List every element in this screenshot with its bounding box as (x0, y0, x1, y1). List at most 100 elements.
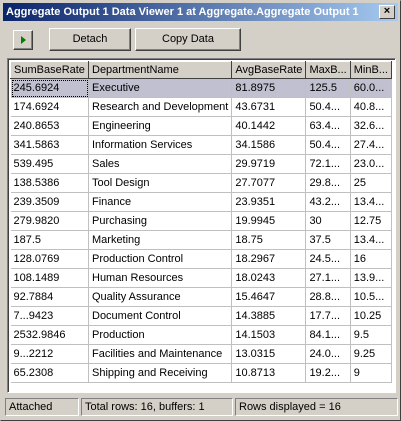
table-row[interactable]: 279.9820 Purchasing 19.9945 30 12.75 (10, 211, 392, 231)
cell-minbaserate[interactable]: 13.9... (350, 268, 392, 288)
table-row[interactable]: 245.6924 Executive 81.8975 125.5 60.0... (10, 78, 392, 98)
cell-avgbaserate[interactable]: 19.9945 (231, 211, 307, 231)
column-header-maxbaserate[interactable]: MaxB... (305, 61, 351, 79)
cell-minbaserate[interactable]: 40.8... (350, 97, 392, 117)
cell-avgbaserate[interactable]: 18.2967 (231, 249, 307, 269)
cell-avgbaserate[interactable]: 27.7077 (231, 173, 307, 193)
cell-sumbaserate[interactable]: 138.5386 (10, 173, 89, 193)
cell-maxbaserate[interactable]: 43.2... (305, 192, 351, 212)
table-row[interactable]: 9...2212 Facilities and Maintenance 13.031… (10, 344, 392, 364)
cell-maxbaserate[interactable]: 50.4... (305, 97, 351, 117)
cell-maxbaserate[interactable]: 19.2... (305, 363, 351, 383)
cell-maxbaserate[interactable]: 29.8... (305, 173, 351, 193)
table-row[interactable]: 138.5386 Tool Design 27.7077 29.8... 25 (10, 173, 392, 193)
cell-avgbaserate[interactable]: 18.0243 (231, 268, 307, 288)
cell-minbaserate[interactable]: 32.6... (350, 116, 392, 136)
column-header-departmentname[interactable]: DepartmentName (87, 61, 233, 79)
table-row[interactable]: 240.8653 Engineering 40.1442 63.4... 32.6... (10, 116, 392, 136)
column-header-sumbaserate[interactable]: SumBaseRate (10, 61, 89, 79)
column-header-avgbaserate[interactable]: AvgBaseRate (231, 61, 307, 79)
cell-maxbaserate[interactable]: 17.7... (305, 306, 351, 326)
cell-departmentname[interactable]: Quality Assurance (88, 287, 233, 307)
title-bar[interactable]: Aggregate Output 1 Data Viewer 1 at Aggr… (3, 3, 398, 21)
cell-avgbaserate[interactable]: 23.9351 (231, 192, 307, 212)
cell-maxbaserate[interactable]: 24.0... (305, 344, 351, 364)
cell-departmentname[interactable]: Shipping and Receiving (88, 363, 233, 383)
cell-minbaserate[interactable]: 10.5... (350, 287, 392, 307)
cell-departmentname[interactable]: Engineering (88, 116, 233, 136)
cell-departmentname[interactable]: Executive (88, 78, 233, 98)
cell-sumbaserate[interactable]: 108.1489 (10, 268, 89, 288)
cell-departmentname[interactable]: Document Control (88, 306, 233, 326)
cell-avgbaserate[interactable]: 29.9719 (231, 154, 307, 174)
cell-sumbaserate[interactable]: 240.8653 (10, 116, 89, 136)
table-row[interactable]: 108.1489 Human Resources 18.0243 27.1... 13.… (10, 268, 392, 288)
table-row[interactable]: 187.5 Marketing 18.75 37.5 13.4... (10, 230, 392, 250)
cell-maxbaserate[interactable]: 125.5 (305, 78, 351, 98)
cell-maxbaserate[interactable]: 28.8... (305, 287, 351, 307)
cell-minbaserate[interactable]: 9.25 (350, 344, 392, 364)
cell-sumbaserate[interactable]: 128.0769 (10, 249, 89, 269)
table-row[interactable]: 7...9423 Document Control 14.3885 17.7... 10… (10, 306, 392, 326)
cell-sumbaserate[interactable]: 9...2212 (10, 344, 89, 364)
cell-sumbaserate[interactable]: 341.5863 (10, 135, 89, 155)
cell-minbaserate[interactable]: 23.0... (350, 154, 392, 174)
start-button[interactable] (13, 30, 33, 50)
cell-maxbaserate[interactable]: 84.1... (305, 325, 351, 345)
cell-sumbaserate[interactable]: 187.5 (10, 230, 89, 250)
table-row[interactable]: 239.3509 Finance 23.9351 43.2... 13.4... (10, 192, 392, 212)
table-row[interactable]: 174.6924 Research and Development 43.6731 5… (10, 97, 392, 117)
column-header-minbaserate[interactable]: MinB... (349, 61, 392, 79)
cell-avgbaserate[interactable]: 81.8975 (231, 78, 307, 98)
close-button[interactable]: × (379, 5, 395, 19)
cell-departmentname[interactable]: Human Resources (88, 268, 233, 288)
cell-sumbaserate[interactable]: 92.7884 (10, 287, 89, 307)
detach-button[interactable]: Detach (49, 28, 131, 51)
table-row[interactable]: 128.0769 Production Control 18.2967 24.5...… (10, 249, 392, 269)
cell-departmentname[interactable]: Research and Development (88, 97, 233, 117)
cell-sumbaserate[interactable]: 239.3509 (10, 192, 89, 212)
cell-sumbaserate[interactable]: 2532.9846 (10, 325, 89, 345)
table-row[interactable]: 65.2308 Shipping and Receiving 10.8713 19.2… (10, 363, 392, 383)
cell-sumbaserate[interactable]: 7...9423 (10, 306, 89, 326)
cell-maxbaserate[interactable]: 24.5... (305, 249, 351, 269)
cell-sumbaserate[interactable]: 539.495 (10, 154, 89, 174)
cell-minbaserate[interactable]: 60.0... (350, 78, 392, 98)
cell-departmentname[interactable]: Facilities and Maintenance (88, 344, 233, 364)
cell-departmentname[interactable]: Information Services (88, 135, 233, 155)
cell-avgbaserate[interactable]: 15.4647 (231, 287, 307, 307)
cell-sumbaserate[interactable]: 65.2308 (10, 363, 89, 383)
cell-minbaserate[interactable]: 13.4... (350, 230, 392, 250)
cell-sumbaserate[interactable]: 245.6924 (10, 78, 89, 98)
cell-avgbaserate[interactable]: 18.75 (231, 230, 307, 250)
cell-avgbaserate[interactable]: 14.1503 (231, 325, 307, 345)
cell-avgbaserate[interactable]: 14.3885 (231, 306, 307, 326)
copy-data-button[interactable]: Copy Data (135, 28, 241, 51)
cell-minbaserate[interactable]: 16 (350, 249, 392, 269)
cell-departmentname[interactable]: Production Control (88, 249, 233, 269)
cell-minbaserate[interactable]: 9.5 (350, 325, 392, 345)
table-row[interactable]: 92.7884 Quality Assurance 15.4647 28.8... 10… (10, 287, 392, 307)
cell-avgbaserate[interactable]: 10.8713 (231, 363, 307, 383)
cell-maxbaserate[interactable]: 63.4... (305, 116, 351, 136)
table-row[interactable]: 341.5863 Information Services 34.1586 50.4.… (10, 135, 392, 155)
data-grid[interactable]: SumBaseRate DepartmentName AvgBaseRate M… (7, 58, 396, 393)
table-row[interactable]: 2532.9846 Production 14.1503 84.1... 9.5 (10, 325, 392, 345)
cell-maxbaserate[interactable]: 50.4... (305, 135, 351, 155)
cell-departmentname[interactable]: Tool Design (88, 173, 233, 193)
cell-avgbaserate[interactable]: 43.6731 (231, 97, 307, 117)
cell-minbaserate[interactable]: 10.25 (350, 306, 392, 326)
cell-sumbaserate[interactable]: 279.9820 (10, 211, 89, 231)
cell-maxbaserate[interactable]: 37.5 (305, 230, 351, 250)
cell-departmentname[interactable]: Finance (88, 192, 233, 212)
cell-departmentname[interactable]: Production (88, 325, 233, 345)
cell-minbaserate[interactable]: 12.75 (350, 211, 392, 231)
cell-avgbaserate[interactable]: 13.0315 (231, 344, 307, 364)
cell-departmentname[interactable]: Purchasing (88, 211, 233, 231)
cell-departmentname[interactable]: Sales (88, 154, 233, 174)
cell-minbaserate[interactable]: 27.4... (350, 135, 392, 155)
cell-minbaserate[interactable]: 13.4... (350, 192, 392, 212)
table-row[interactable]: 539.495 Sales 29.9719 72.1... 23.0... (10, 154, 392, 174)
cell-avgbaserate[interactable]: 34.1586 (231, 135, 307, 155)
cell-maxbaserate[interactable]: 30 (305, 211, 351, 231)
